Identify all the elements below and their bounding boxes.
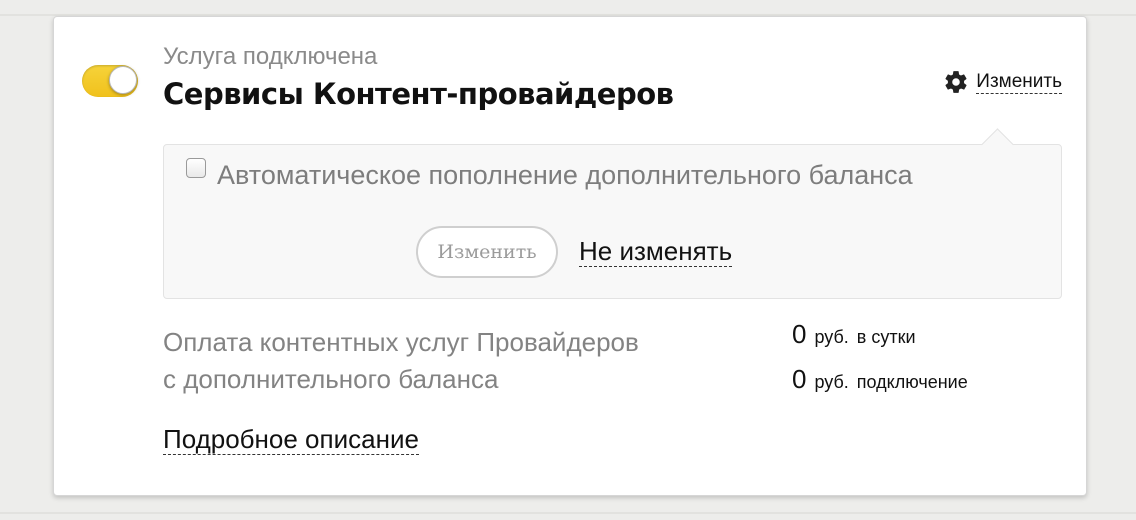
no-change-link[interactable]: Не изменять <box>579 236 733 267</box>
page-divider-bottom <box>0 512 1136 514</box>
price-connection-note: подключение <box>856 372 968 392</box>
description-line-2: с дополнительного баланса <box>163 364 499 394</box>
auto-topup-label[interactable]: Автоматическое пополнение дополнительног… <box>217 159 913 191</box>
change-button[interactable]: Изменить <box>416 226 558 278</box>
auto-topup-checkbox[interactable] <box>186 158 206 178</box>
price-daily-unit: руб. <box>814 327 849 347</box>
service-title: Сервисы Контент-провайдеров <box>163 77 674 111</box>
price-connection: 0 руб. подключение <box>792 364 968 395</box>
price-daily-note: в сутки <box>856 327 916 347</box>
service-card: Услуга подключена Сервисы Контент-провай… <box>53 16 1087 496</box>
description-line-1: Оплата контентных услуг Провайдеров <box>163 327 639 357</box>
price-daily: 0 руб. в сутки <box>792 319 916 350</box>
service-toggle[interactable] <box>82 65 138 97</box>
settings-change-link[interactable]: Изменить <box>976 71 1062 94</box>
service-status: Услуга подключена <box>163 43 378 70</box>
price-connection-value: 0 <box>792 364 807 394</box>
details-control[interactable]: Подробное описание <box>163 423 419 455</box>
price-daily-value: 0 <box>792 319 807 349</box>
auto-topup-panel: Автоматическое пополнение дополнительног… <box>163 128 1062 299</box>
no-change-control[interactable]: Не изменять <box>579 235 733 267</box>
settings-change-control[interactable]: Изменить <box>943 69 1062 95</box>
price-connection-unit: руб. <box>814 372 849 392</box>
popover-arrow <box>981 128 1014 161</box>
toggle-knob[interactable] <box>109 66 137 94</box>
details-link[interactable]: Подробное описание <box>163 424 419 455</box>
gear-icon[interactable] <box>943 69 969 95</box>
